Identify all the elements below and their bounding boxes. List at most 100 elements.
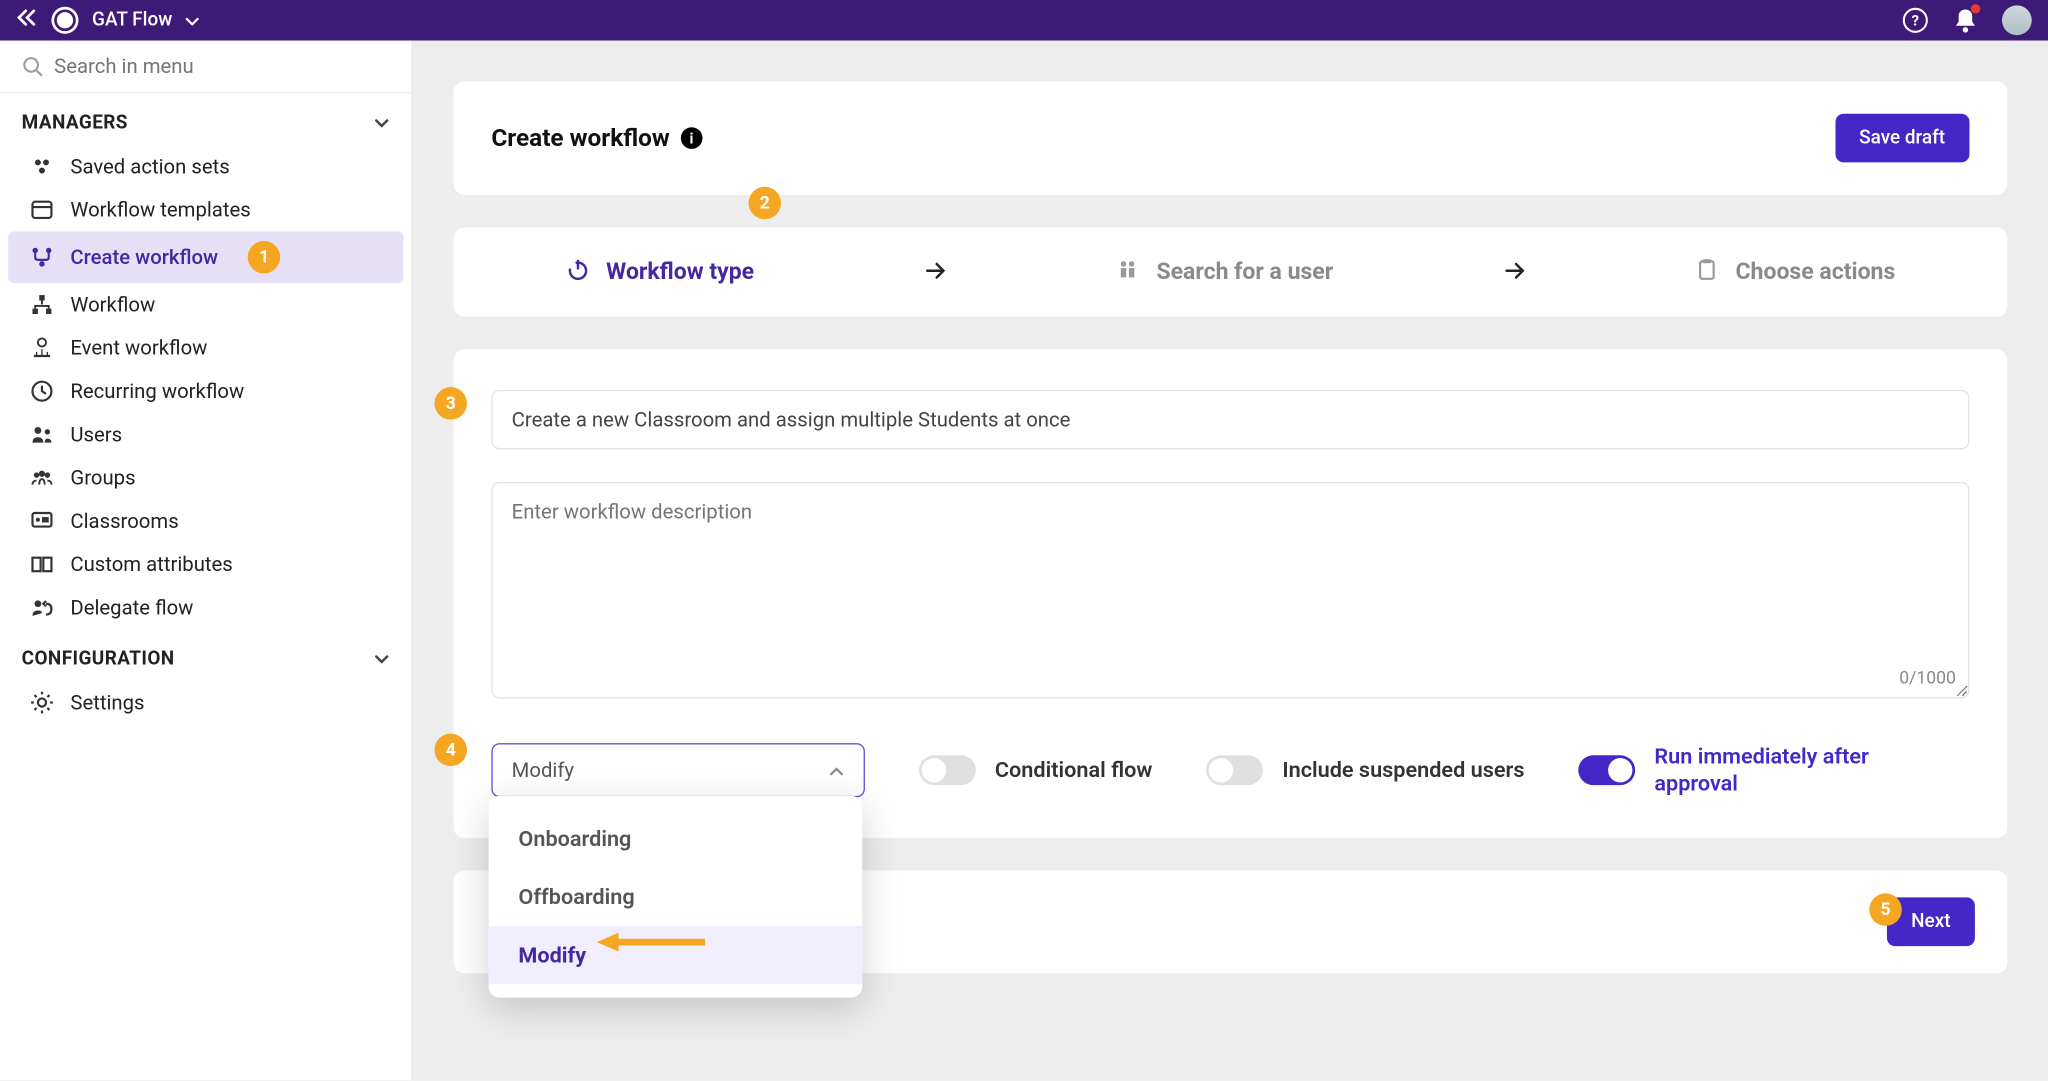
sidebar-item-label: Workflow	[70, 292, 155, 316]
annotation-badge-3: 3	[435, 387, 467, 419]
sidebar-item-label: Custom attributes	[70, 552, 232, 576]
sidebar-item-delegate-flow[interactable]: Delegate flow	[8, 586, 403, 629]
step-search-user[interactable]: Search for a user	[1116, 257, 1333, 287]
groups-icon	[30, 466, 54, 490]
toggle-label: Include suspended users	[1282, 757, 1524, 784]
help-icon[interactable]: ?	[1902, 7, 1929, 34]
org-icon	[30, 292, 54, 316]
chevron-down-icon	[374, 114, 390, 133]
search-input[interactable]	[54, 54, 390, 78]
sidebar-item-create-workflow[interactable]: Create workflow 1	[8, 231, 403, 282]
annotation-badge-2: 2	[749, 187, 781, 219]
sidebar-item-workflow[interactable]: Workflow	[8, 283, 403, 326]
workflow-form-card: 3 4 0/1000 Modify Conditional flow I	[453, 349, 2007, 838]
main-content: Create workflow i Save draft 2 Workflow …	[413, 41, 2048, 1081]
suspended-users-toggle[interactable]	[1207, 755, 1264, 785]
app-title: GAT Flow	[92, 9, 172, 31]
notifications-icon[interactable]	[1953, 7, 1977, 34]
arrow-right-icon	[1503, 259, 1525, 285]
clipboard-icon	[1695, 257, 1719, 287]
run-immediately-toggle[interactable]	[1579, 755, 1636, 785]
page-title-text: Create workflow	[491, 124, 669, 152]
chevron-up-icon	[828, 758, 844, 782]
section-configuration[interactable]: CONFIGURATION	[0, 629, 411, 680]
workflow-type-dropdown: Onboarding Offboarding Modify	[489, 796, 863, 998]
event-icon	[30, 336, 54, 360]
clock-icon	[30, 379, 54, 403]
svg-text:?: ?	[1912, 12, 1919, 30]
delegate-icon	[30, 596, 54, 620]
sidebar-item-label: Event workflow	[70, 336, 207, 360]
sidebar-item-label: Settings	[70, 690, 144, 714]
sidebar-item-label: Groups	[70, 466, 135, 490]
arrow-right-icon	[924, 259, 946, 285]
suspended-users-toggle-group: Include suspended users	[1207, 755, 1525, 785]
sidebar-item-label: Saved action sets	[70, 154, 229, 178]
classroom-icon	[30, 509, 54, 533]
annotation-badge-5: 5	[1869, 893, 1901, 925]
chevron-down-icon	[374, 650, 390, 669]
sidebar-item-saved-action-sets[interactable]: Saved action sets	[8, 145, 403, 188]
annotation-arrow-icon	[597, 931, 705, 953]
step-label: Choose actions	[1736, 259, 1896, 286]
workflow-description-textarea[interactable]	[491, 482, 1969, 699]
sidebar-item-settings[interactable]: Settings	[8, 681, 403, 724]
dropdown-option-offboarding[interactable]: Offboarding	[489, 868, 863, 926]
workflow-type-select[interactable]: Modify	[491, 743, 865, 797]
wizard-stepper: 2 Workflow type Search for a user Choose…	[453, 227, 2007, 316]
conditional-flow-toggle-group: Conditional flow	[919, 755, 1152, 785]
section-configuration-label: CONFIGURATION	[22, 648, 175, 670]
user-avatar[interactable]	[2002, 5, 2032, 35]
gear-icon	[30, 690, 54, 714]
workflow-name-input[interactable]	[491, 390, 1969, 450]
sidebar-item-groups[interactable]: Groups	[8, 456, 403, 499]
attributes-icon	[30, 552, 54, 576]
annotation-badge-4: 4	[435, 734, 467, 766]
branch-icon	[30, 245, 54, 269]
people-icon	[1116, 257, 1140, 287]
step-label: Search for a user	[1156, 259, 1333, 286]
sidebar-item-users[interactable]: Users	[8, 413, 403, 456]
toggle-label: Conditional flow	[995, 757, 1153, 784]
annotation-badge-1: 1	[248, 241, 280, 273]
app-switcher-caret-icon[interactable]	[186, 12, 200, 30]
section-managers-label: MANAGERS	[22, 112, 128, 134]
page-title: Create workflow i	[491, 124, 702, 152]
save-draft-button[interactable]: Save draft	[1835, 114, 1970, 163]
step-workflow-type[interactable]: Workflow type	[566, 257, 755, 287]
conditional-flow-toggle[interactable]	[919, 755, 976, 785]
sidebar-item-label: Delegate flow	[70, 596, 193, 620]
sidebar-collapse-icon[interactable]	[16, 8, 38, 32]
top-bar: GAT Flow ?	[0, 0, 2048, 41]
sidebar-item-label: Recurring workflow	[70, 379, 244, 403]
select-value: Modify	[512, 758, 574, 782]
step-label: Workflow type	[606, 259, 754, 286]
sidebar-item-custom-attributes[interactable]: Custom attributes	[8, 543, 403, 586]
dropdown-option-onboarding[interactable]: Onboarding	[489, 809, 863, 867]
users-icon	[30, 422, 54, 446]
section-managers[interactable]: MANAGERS	[0, 93, 411, 144]
power-icon	[566, 257, 590, 287]
info-icon[interactable]: i	[681, 127, 703, 149]
dropdown-option-label: Modify	[518, 942, 586, 968]
puzzle-icon	[30, 154, 54, 178]
sidebar-item-recurring-workflow[interactable]: Recurring workflow	[8, 370, 403, 413]
sidebar-item-label: Create workflow	[70, 245, 218, 269]
sidebar-item-label: Users	[70, 422, 122, 446]
step-choose-actions[interactable]: Choose actions	[1695, 257, 1895, 287]
notification-dot-icon	[1971, 4, 1980, 13]
toggle-label: Run immediately after approval	[1654, 743, 1952, 797]
sidebar-item-event-workflow[interactable]: Event workflow	[8, 326, 403, 369]
menu-search[interactable]	[0, 41, 411, 94]
app-logo-icon	[51, 7, 78, 34]
sidebar-item-label: Workflow templates	[70, 198, 250, 222]
run-immediately-toggle-group: Run immediately after approval	[1579, 743, 1953, 797]
sidebar-item-classrooms[interactable]: Classrooms	[8, 499, 403, 542]
page-header-card: Create workflow i Save draft	[453, 81, 2007, 195]
sidebar: MANAGERS Saved action sets Workflow temp…	[0, 41, 413, 1081]
template-icon	[30, 198, 54, 222]
search-icon	[22, 55, 44, 77]
sidebar-item-label: Classrooms	[70, 509, 178, 533]
sidebar-item-workflow-templates[interactable]: Workflow templates	[8, 188, 403, 231]
dropdown-option-modify[interactable]: Modify	[489, 926, 863, 984]
